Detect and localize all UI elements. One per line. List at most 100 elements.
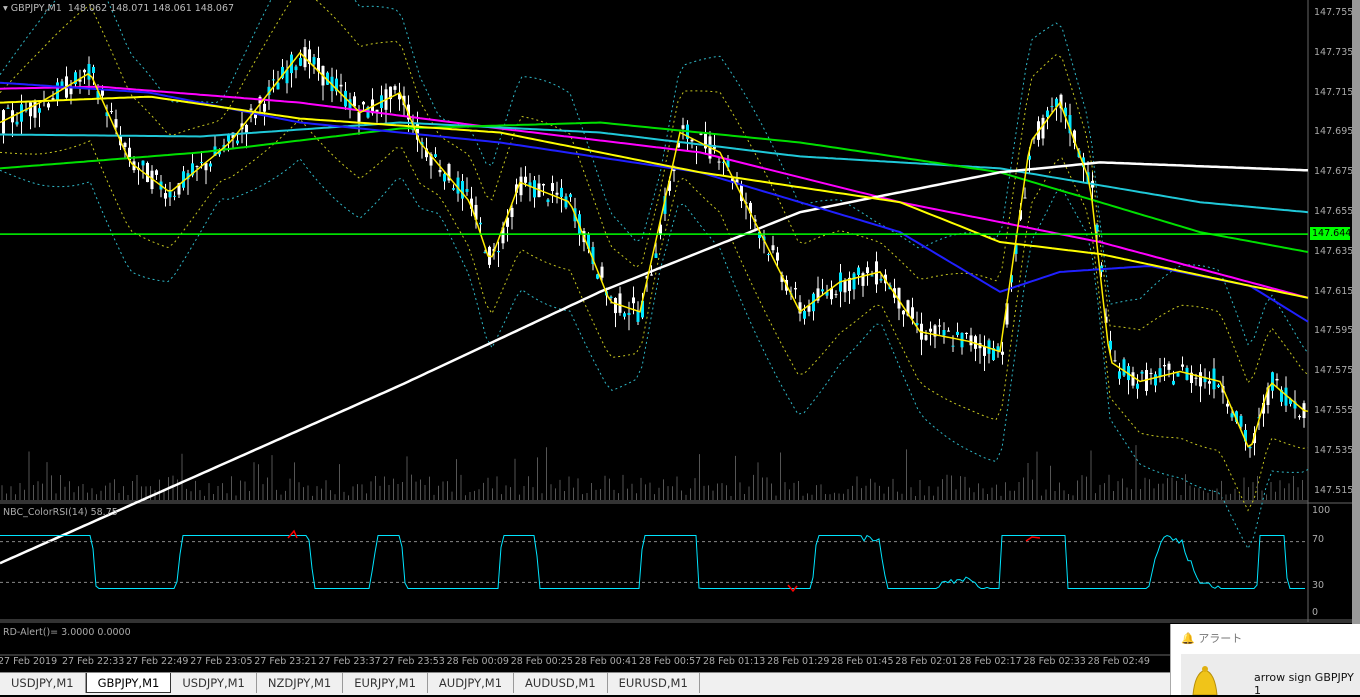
candle-body xyxy=(956,331,959,335)
candle-body xyxy=(110,111,113,113)
candle-body xyxy=(1167,363,1171,370)
ma-magenta xyxy=(0,85,1309,299)
candle-body xyxy=(623,313,626,317)
ma-cyan xyxy=(0,121,1309,214)
candle-body xyxy=(209,163,212,167)
bollinger-upper-outer xyxy=(0,0,1309,354)
price-label: 147.515 xyxy=(1314,484,1354,496)
alert-body: arrow sign GBPJPY 1 xyxy=(1181,654,1360,697)
candle-body xyxy=(15,121,19,125)
candle-body xyxy=(564,196,568,208)
price-label: 147.635 xyxy=(1314,245,1354,257)
time-label: 28 Feb 02:01 xyxy=(895,656,958,667)
candle-body xyxy=(879,278,883,281)
price-label: 147.695 xyxy=(1314,126,1354,138)
candle-body xyxy=(1212,368,1216,390)
tab-gbpjpy-m1[interactable]: GBPJPY,M1 xyxy=(85,673,172,693)
candle-body xyxy=(1136,383,1139,389)
candle-body xyxy=(1298,416,1301,418)
rsi-level-70: 70 xyxy=(1312,534,1325,545)
time-label: 28 Feb 02:17 xyxy=(959,656,1022,667)
candle-body xyxy=(951,345,955,347)
candle-body xyxy=(1001,351,1004,355)
candle-body xyxy=(614,297,617,314)
tab-usdjpy-m1[interactable]: USDJPY,M1 xyxy=(171,673,257,693)
tab-audjpy-m1[interactable]: AUDJPY,M1 xyxy=(428,673,515,693)
candle-body xyxy=(497,250,500,253)
candle-body xyxy=(924,335,928,340)
candle-body xyxy=(312,57,316,65)
candle-body xyxy=(1140,371,1144,374)
rsi-overbought-mark xyxy=(287,529,298,539)
ma-yellow-fast xyxy=(0,51,1309,448)
bell-icon: 🔔 xyxy=(1181,632,1195,645)
tab-eurjpy-m1[interactable]: EURJPY,M1 xyxy=(343,673,428,693)
candle-body xyxy=(92,66,95,74)
candle-body xyxy=(542,183,545,186)
candle-body xyxy=(362,101,365,105)
candle-body xyxy=(1131,372,1135,386)
price-label: 147.575 xyxy=(1314,365,1354,377)
candle-body xyxy=(1239,415,1243,427)
candle-body xyxy=(1275,378,1279,381)
candle-body xyxy=(1046,110,1049,117)
candle-body xyxy=(276,82,280,90)
candle-body xyxy=(393,86,397,90)
candle-body xyxy=(794,288,797,290)
time-label: 27 Feb 23:05 xyxy=(190,656,253,667)
candle-body xyxy=(1122,359,1126,376)
alert-message: arrow sign GBPJPY 1 xyxy=(1254,671,1354,697)
candle-body xyxy=(681,125,685,129)
bollinger-lower-outer xyxy=(0,157,1309,550)
current-price-badge: 147.644 xyxy=(1310,227,1352,240)
candle-body xyxy=(555,192,559,195)
candle-body xyxy=(87,63,91,80)
candle-body xyxy=(821,289,824,292)
candle-body xyxy=(969,335,973,346)
tab-audusd-m1[interactable]: AUDUSD,M1 xyxy=(514,673,608,693)
candle-body xyxy=(911,307,914,319)
rsi-overbought-mark xyxy=(1025,536,1041,542)
candle-body xyxy=(1230,413,1234,418)
price-chart[interactable] xyxy=(0,0,1352,672)
candle-body xyxy=(1248,446,1252,449)
time-label: 27 Feb 22:33 xyxy=(62,656,125,667)
time-label: 28 Feb 00:25 xyxy=(510,656,574,667)
chart-header: ▾ GBPJPY,M1 148.062 148.071 148.061 148.… xyxy=(3,3,235,14)
candle-body xyxy=(767,254,770,256)
candle-body xyxy=(249,108,253,110)
candle-body xyxy=(699,133,703,135)
candle-body xyxy=(771,245,775,251)
candle-body xyxy=(1149,372,1153,374)
tab-usdjpy-m1[interactable]: USDJPY,M1 xyxy=(0,673,86,693)
time-label: 27 Feb 23:37 xyxy=(318,656,381,667)
candle-body xyxy=(1194,377,1198,379)
tab-eurusd-m1[interactable]: EURUSD,M1 xyxy=(608,673,700,693)
candle-body xyxy=(1226,403,1229,407)
candle-body xyxy=(452,188,455,190)
candle-body xyxy=(195,166,199,168)
candle-body xyxy=(272,79,275,81)
candle-body xyxy=(654,253,658,258)
candle-body xyxy=(1041,117,1045,139)
candle-body xyxy=(357,112,361,122)
alert-popup[interactable]: 🔔 アラート arrow sign GBPJPY 1 xyxy=(1170,624,1360,697)
candle-body xyxy=(1176,373,1180,377)
time-label: 28 Feb 01:45 xyxy=(831,656,894,667)
tab-nzdjpy-m1[interactable]: NZDJPY,M1 xyxy=(257,673,344,693)
candle-body xyxy=(155,170,158,175)
candle-body xyxy=(1118,371,1121,379)
candle-body xyxy=(857,267,860,275)
time-label: 27 Feb 22:49 xyxy=(126,656,189,667)
candle-body xyxy=(353,96,356,107)
candle-body xyxy=(123,142,127,147)
candle-body xyxy=(465,188,469,192)
price-label: 147.615 xyxy=(1314,285,1354,297)
rsi-line xyxy=(0,534,1305,589)
candle-body xyxy=(803,310,806,319)
candle-body xyxy=(938,325,941,327)
candle-body xyxy=(146,162,149,183)
rsi-level-30: 30 xyxy=(1312,580,1325,591)
vertical-scrollbar[interactable] xyxy=(1352,0,1360,624)
candle-body xyxy=(650,274,653,276)
